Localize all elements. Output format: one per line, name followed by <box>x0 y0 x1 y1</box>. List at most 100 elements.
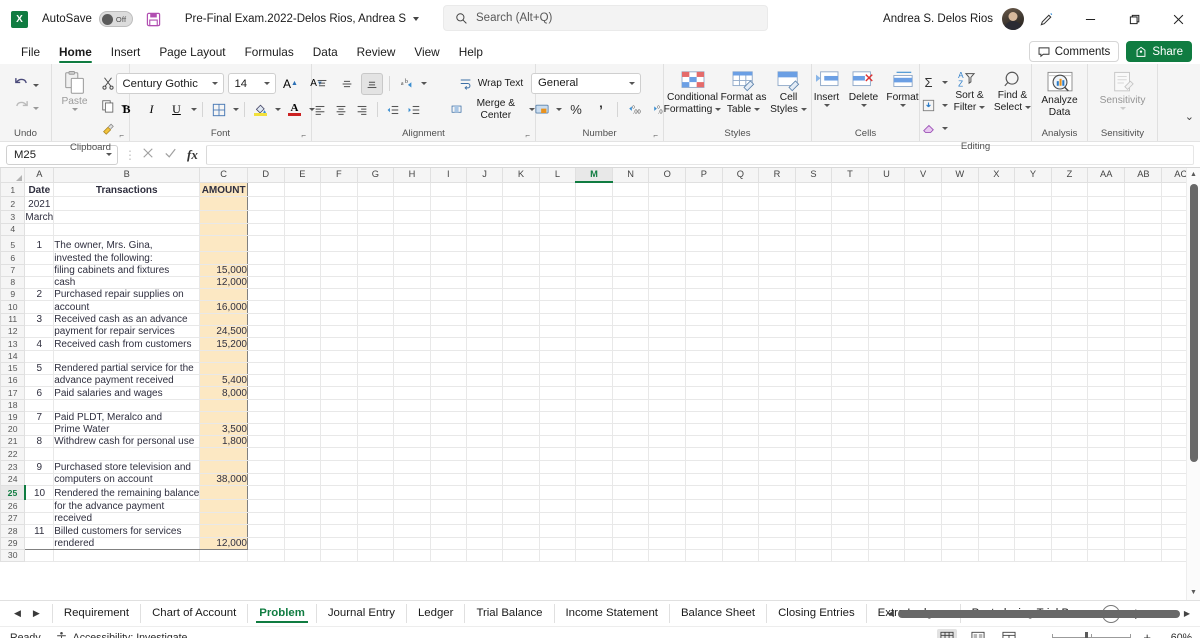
cell-T27[interactable] <box>831 512 869 525</box>
cell-P10[interactable] <box>685 300 723 314</box>
cell-J1[interactable] <box>466 182 504 197</box>
cell-I21[interactable] <box>430 435 467 448</box>
cell-W25[interactable] <box>941 485 979 500</box>
vertical-scrollbar[interactable]: ▲ ▼ <box>1186 168 1200 600</box>
cell-M9[interactable] <box>575 288 613 301</box>
cell-Z4[interactable] <box>1051 223 1089 236</box>
cell-C8[interactable]: 12,000 <box>199 276 248 289</box>
cell-H22[interactable] <box>393 447 431 461</box>
cell-X28[interactable] <box>978 524 1016 538</box>
cell-J28[interactable] <box>466 524 504 538</box>
cell-L30[interactable] <box>539 549 577 562</box>
sheet-tab-chart-of-account[interactable]: Chart of Account <box>140 604 247 623</box>
cell-S5[interactable] <box>795 235 833 252</box>
cell-S3[interactable] <box>795 210 833 224</box>
cell-AB24[interactable] <box>1124 473 1163 486</box>
cell-Q20[interactable] <box>722 423 760 436</box>
cell-S20[interactable] <box>795 423 833 436</box>
fill-color-chevron-down-icon[interactable] <box>274 108 281 111</box>
cell-J20[interactable] <box>466 423 504 436</box>
search-input[interactable]: Search (Alt+Q) <box>443 5 768 31</box>
cell-Z21[interactable] <box>1051 435 1089 448</box>
cell-B13[interactable]: Received cash from customers <box>53 336 201 351</box>
cell-D28[interactable] <box>247 524 285 538</box>
sheet-next-arrow-icon[interactable]: ▶ <box>33 608 40 619</box>
cell-K6[interactable] <box>502 251 540 265</box>
cell-K29[interactable] <box>502 537 540 550</box>
cell-U30[interactable] <box>868 549 906 562</box>
cell-R28[interactable] <box>758 524 796 538</box>
cell-S10[interactable] <box>795 300 833 314</box>
cell-AB3[interactable] <box>1124 210 1163 224</box>
cell-B3[interactable] <box>53 210 201 224</box>
cell-Z20[interactable] <box>1051 423 1089 436</box>
restore-button[interactable] <box>1112 0 1156 38</box>
cell-AB27[interactable] <box>1124 512 1163 525</box>
cell-A7[interactable] <box>24 264 55 277</box>
cell-R14[interactable] <box>758 350 796 363</box>
insert-cells-button[interactable]: Insert <box>810 70 844 107</box>
cell-A2[interactable]: 2021 <box>24 196 55 211</box>
cell-F15[interactable] <box>320 362 358 375</box>
cell-R11[interactable] <box>758 313 796 326</box>
cell-I12[interactable] <box>430 325 467 338</box>
cell-Z9[interactable] <box>1051 288 1089 301</box>
cell-AB17[interactable] <box>1124 386 1163 400</box>
cell-B18[interactable] <box>53 399 201 412</box>
cell-F26[interactable] <box>320 499 358 513</box>
cell-B5[interactable]: The owner, Mrs. Gina, <box>53 234 201 252</box>
cell-W14[interactable] <box>941 350 979 363</box>
cell-AA11[interactable] <box>1087 313 1126 326</box>
cell-V29[interactable] <box>904 537 942 550</box>
cell-G24[interactable] <box>357 473 395 486</box>
cell-V22[interactable] <box>904 447 942 461</box>
cell-B24[interactable]: computers on account <box>53 473 201 486</box>
cell-T9[interactable] <box>831 288 869 301</box>
cell-O11[interactable] <box>648 313 687 326</box>
cell-W7[interactable] <box>941 264 979 277</box>
cell-K4[interactable] <box>502 223 540 236</box>
autosave-toggle[interactable]: Off <box>98 11 133 27</box>
cell-J14[interactable] <box>466 350 504 363</box>
cell-Y1[interactable] <box>1014 182 1052 197</box>
cell-R9[interactable] <box>758 288 796 301</box>
cell-S12[interactable] <box>795 325 833 338</box>
cell-F7[interactable] <box>320 264 358 277</box>
cell-AA17[interactable] <box>1087 386 1126 400</box>
cell-E15[interactable] <box>284 362 322 375</box>
cell-X24[interactable] <box>978 473 1016 486</box>
autosum-chevron-down-icon[interactable] <box>941 80 948 84</box>
cell-C12[interactable]: 24,500 <box>199 325 248 338</box>
cell-O17[interactable] <box>648 386 687 400</box>
cell-M5[interactable] <box>575 235 613 252</box>
cell-O21[interactable] <box>648 435 687 448</box>
cell-H27[interactable] <box>393 512 431 525</box>
cell-AA12[interactable] <box>1087 325 1126 338</box>
cell-K14[interactable] <box>502 350 540 363</box>
cell-P1[interactable] <box>685 182 723 197</box>
cell-M2[interactable] <box>575 196 613 211</box>
cell-O10[interactable] <box>648 300 687 314</box>
cell-A18[interactable] <box>24 399 55 412</box>
cell-J27[interactable] <box>466 512 504 525</box>
cell-O8[interactable] <box>648 276 687 289</box>
cell-L19[interactable] <box>539 411 577 424</box>
cell-P19[interactable] <box>685 411 723 424</box>
cell-P9[interactable] <box>685 288 723 301</box>
cell-N4[interactable] <box>612 223 650 236</box>
cell-X8[interactable] <box>978 276 1016 289</box>
row-header-7[interactable]: 7 <box>0 263 26 277</box>
cell-T26[interactable] <box>831 499 869 513</box>
cell-Z6[interactable] <box>1051 251 1089 265</box>
cell-AB10[interactable] <box>1124 300 1163 314</box>
cell-U19[interactable] <box>868 411 906 424</box>
cell-K9[interactable] <box>502 288 540 301</box>
cell-Z25[interactable] <box>1051 485 1089 500</box>
row-header-2[interactable]: 2 <box>0 195 26 211</box>
row-header-3[interactable]: 3 <box>0 209 26 224</box>
cell-AA6[interactable] <box>1087 251 1126 265</box>
cell-F1[interactable] <box>320 182 358 197</box>
cell-C19[interactable] <box>199 410 248 424</box>
cell-B28[interactable]: Billed customers for services <box>53 523 201 538</box>
cell-Z22[interactable] <box>1051 447 1089 461</box>
